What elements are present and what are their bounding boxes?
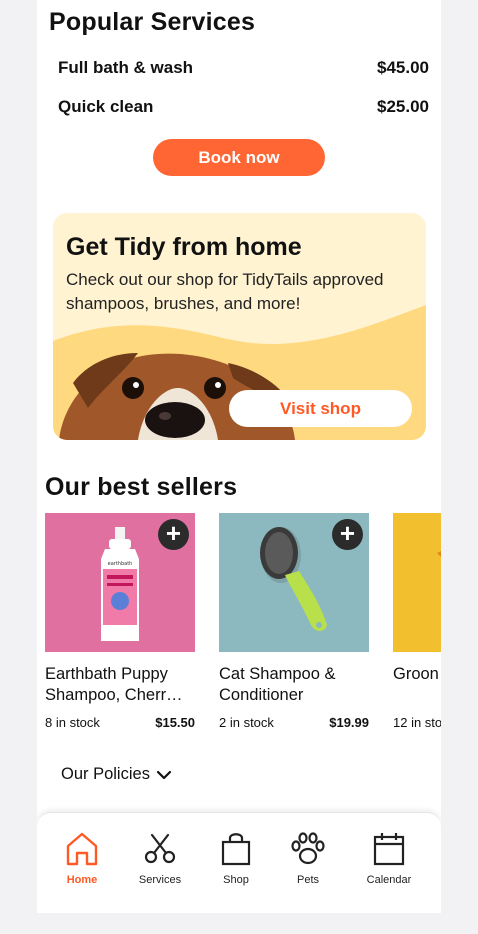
product-name: Earthbath Puppy Shampoo, Cherr… [45,665,183,704]
product-image: earthbath + [45,513,195,652]
scissors-icon [144,833,176,864]
tab-label: Home [66,874,98,886]
product-card[interactable]: earthbath + Earthbath Puppy Shampoo, Che… [45,513,195,730]
policies-label: Our Policies [61,765,150,783]
home-icon [66,832,98,866]
service-row[interactable]: Full bath & wash $45.00 [58,58,429,78]
bottom-tab-bar: Home Services Shop Pets Calendar [37,812,441,913]
service-name: Full bath & wash [58,58,194,77]
tab-pets[interactable]: Pets [268,831,348,886]
promo-title: Get Tidy from home [66,233,302,261]
product-name: Cat Shampoo & Conditioner [219,665,336,704]
shopping-bag-icon [221,833,251,866]
tab-label: Shop [223,874,249,886]
best-sellers-title: Our best sellers [45,473,238,501]
promo-body: Check out our shop for TidyTails approve… [66,270,384,313]
chevron-down-icon [156,770,172,779]
bottle-brand-text: earthbath [108,561,133,567]
tab-shop[interactable]: Shop [196,831,276,886]
shop-promo-card: Get Tidy from home Check out our shop fo… [53,213,426,440]
product-image [393,513,441,652]
product-stock: 2 in stock [219,715,274,730]
product-price: $15.50 [155,715,195,730]
product-card[interactable]: + Cat Shampoo & Conditioner 2 in stock $… [219,513,369,730]
product-name: Groon [393,665,439,683]
add-to-cart-button[interactable]: + [332,519,363,550]
service-price: $45.00 [377,58,429,77]
product-image: + [219,513,369,652]
policies-toggle[interactable]: Our Policies [61,765,172,784]
product-stock: 8 in stock [45,715,100,730]
calendar-icon [373,833,405,866]
product-stock: 12 in sto [393,715,441,730]
best-sellers-carousel[interactable]: earthbath + Earthbath Puppy Shampoo, Che… [45,513,441,733]
tab-calendar[interactable]: Calendar [349,831,429,886]
service-price: $25.00 [377,97,429,116]
tab-services[interactable]: Services [120,831,200,886]
tab-home[interactable]: Home [42,831,122,886]
product-card[interactable]: Groon 12 in sto [393,513,441,730]
add-to-cart-button[interactable]: + [158,519,189,550]
product-price: $19.99 [329,715,369,730]
service-row[interactable]: Quick clean $25.00 [58,97,429,117]
tab-label: Pets [296,874,319,886]
paw-icon [291,832,325,865]
service-name: Quick clean [58,97,154,116]
tab-label: Services [138,874,182,886]
services-title: Popular Services [49,8,256,36]
visit-shop-button[interactable]: Visit shop [229,390,412,427]
book-now-button[interactable]: Book now [153,139,325,176]
app-screen: Popular Services Full bath & wash $45.00… [37,0,441,913]
grooming-product-image [437,551,441,557]
tab-label: Calendar [366,874,412,886]
